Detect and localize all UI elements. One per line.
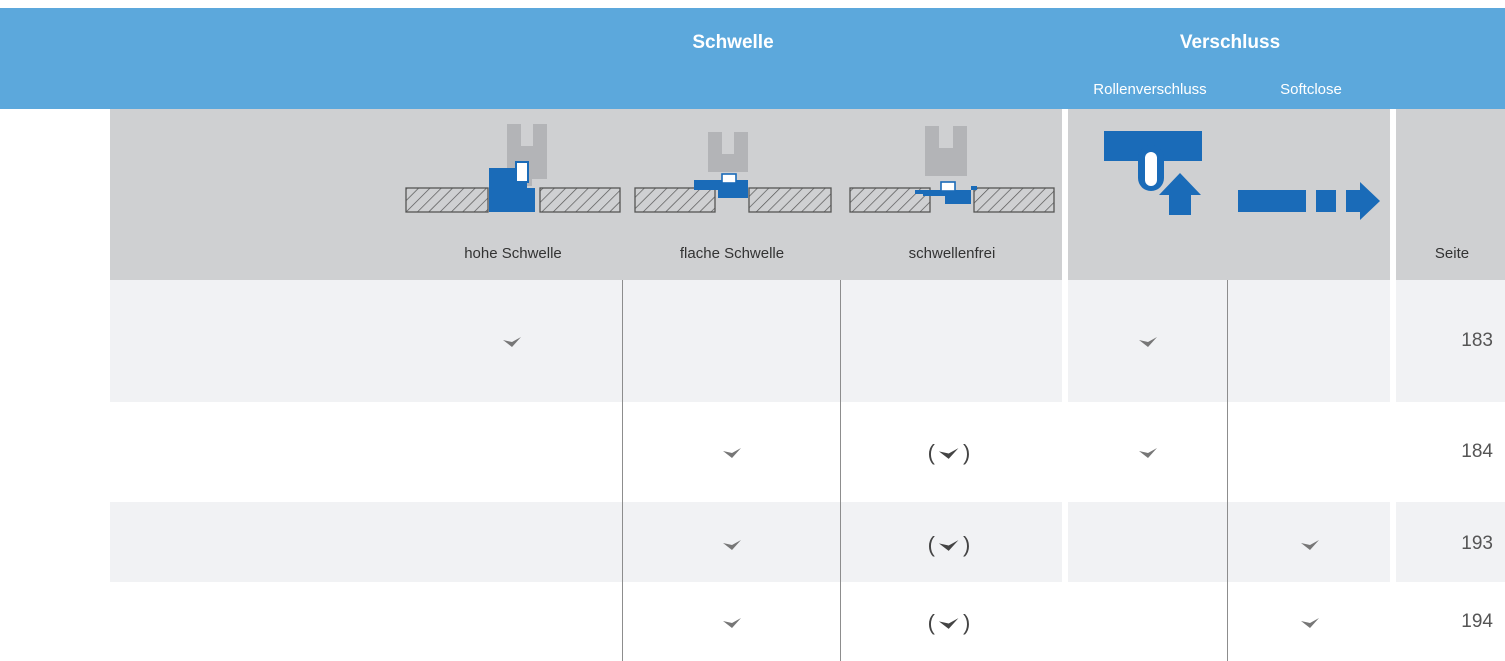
check-icon — [1300, 539, 1320, 551]
paren-right: ) — [963, 532, 971, 557]
optional-check-icon: ( ) — [928, 534, 971, 556]
paren-right: ) — [963, 440, 971, 465]
paren-left: ( — [927, 440, 935, 465]
check-icon — [502, 336, 522, 348]
check-icon — [722, 617, 742, 629]
rollenverschluss-label: Rollenverschluss — [1093, 81, 1207, 98]
page-number: 194 — [1461, 611, 1493, 632]
softclose-arrow-icon — [1238, 182, 1380, 220]
flat-threshold-icon — [634, 132, 832, 213]
column-divider — [840, 280, 841, 661]
check-icon — [722, 539, 742, 551]
high-threshold-icon — [405, 124, 621, 213]
page-number: 193 — [1461, 533, 1493, 554]
check-icon — [722, 447, 742, 459]
column-divider — [1227, 280, 1228, 661]
row-stripe — [110, 280, 1062, 402]
check-icon — [1300, 617, 1320, 629]
check-icon — [1138, 447, 1158, 459]
paren-left: ( — [927, 610, 935, 635]
column-header-hohe: hohe Schwelle — [464, 245, 562, 262]
roller-latch-icon — [1104, 131, 1202, 215]
header-band: Schwelle Verschluss Rollenverschluss Sof… — [0, 8, 1505, 109]
check-icon — [1138, 336, 1158, 348]
page-number: 184 — [1461, 441, 1493, 462]
row-stripe — [110, 502, 1062, 582]
threshold-free-icon — [849, 126, 1055, 213]
page-number: 183 — [1461, 330, 1493, 351]
column-divider — [622, 280, 623, 661]
paren-left: ( — [927, 532, 935, 557]
row-stripe — [1068, 280, 1390, 402]
column-header-frei: schwellenfrei — [908, 245, 996, 262]
verschluss-title: Verschluss — [1179, 32, 1281, 53]
row-stripe — [1068, 502, 1390, 582]
column-header-flache: flache Schwelle — [679, 245, 785, 262]
schwelle-title: Schwelle — [692, 32, 774, 53]
column-header-seite: Seite — [1434, 245, 1470, 262]
paren-right: ) — [963, 610, 971, 635]
softclose-label: Softclose — [1280, 81, 1342, 98]
optional-check-icon: ( ) — [928, 442, 971, 464]
optional-check-icon: ( ) — [928, 612, 971, 634]
